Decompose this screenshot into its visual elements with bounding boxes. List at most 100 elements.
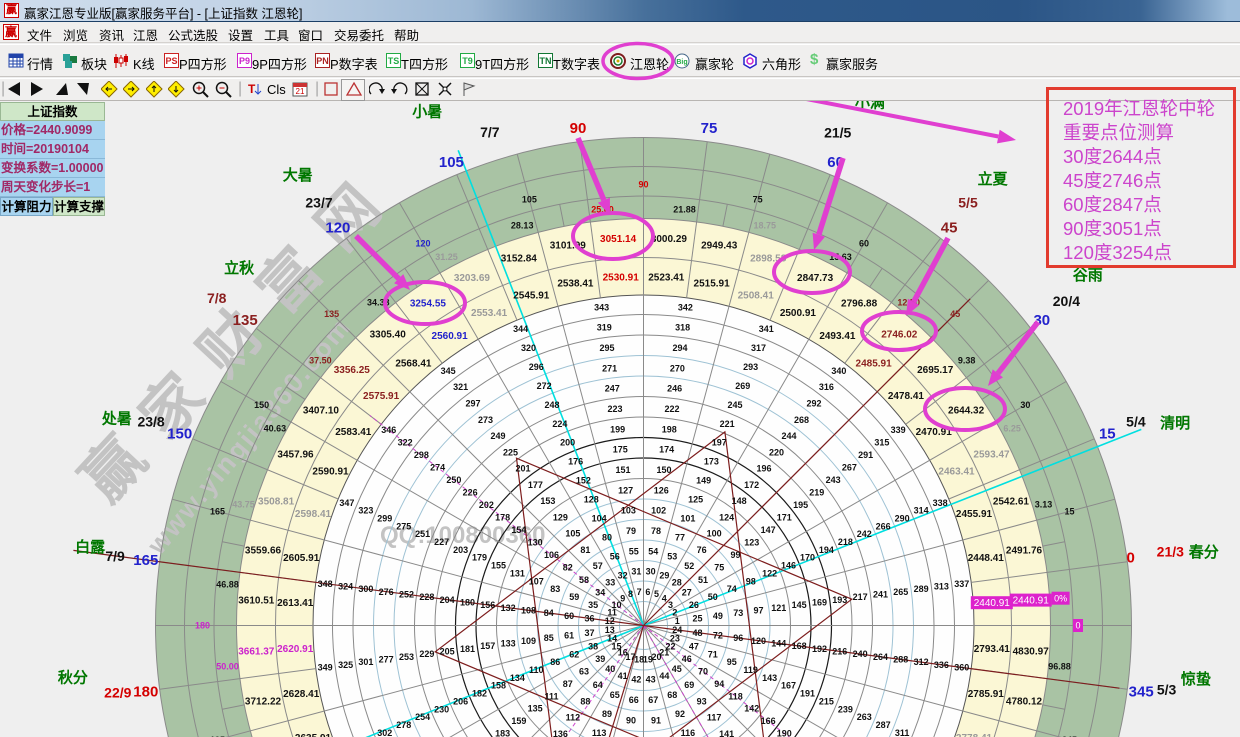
svg-text:52: 52 [684, 561, 694, 571]
svg-text:87: 87 [563, 679, 573, 689]
svg-text:75: 75 [753, 195, 763, 205]
svg-text:242: 242 [857, 529, 872, 539]
svg-text:175: 175 [613, 445, 628, 455]
svg-text:191: 191 [800, 689, 815, 699]
svg-text:263: 263 [857, 712, 872, 722]
svg-text:53: 53 [667, 551, 677, 561]
svg-text:183: 183 [495, 729, 510, 737]
svg-text:92: 92 [675, 709, 685, 719]
svg-text:298: 298 [414, 450, 429, 460]
svg-text:46.88: 46.88 [216, 580, 239, 590]
svg-text:74: 74 [727, 584, 737, 594]
svg-text:26: 26 [689, 600, 699, 610]
svg-text:295: 295 [599, 343, 614, 353]
svg-text:320: 320 [521, 343, 536, 353]
svg-text:203: 203 [453, 545, 468, 555]
svg-text:81: 81 [580, 545, 590, 555]
svg-text:71: 71 [708, 649, 718, 659]
svg-text:190: 190 [777, 729, 792, 737]
svg-text:300: 300 [358, 584, 373, 594]
svg-text:128: 128 [584, 495, 599, 505]
svg-text:88: 88 [580, 696, 590, 706]
svg-text:42: 42 [631, 675, 641, 685]
svg-text:2542.61: 2542.61 [993, 496, 1030, 507]
svg-text:47: 47 [689, 642, 699, 652]
svg-text:3: 3 [668, 600, 673, 610]
svg-text:340: 340 [831, 366, 846, 376]
svg-text:3152.84: 3152.84 [501, 254, 538, 265]
svg-text:290: 290 [895, 514, 910, 524]
svg-text:93: 93 [697, 696, 707, 706]
svg-text:98: 98 [746, 576, 756, 586]
svg-text:58: 58 [579, 575, 589, 585]
svg-text:297: 297 [465, 399, 480, 409]
svg-text:201: 201 [515, 464, 530, 474]
svg-text:112: 112 [566, 713, 581, 723]
svg-text:158: 158 [491, 681, 506, 691]
svg-text:99: 99 [730, 550, 740, 560]
svg-text:51: 51 [698, 575, 708, 585]
svg-text:33: 33 [605, 577, 615, 587]
svg-text:146: 146 [781, 561, 796, 571]
svg-text:2515.91: 2515.91 [694, 279, 731, 290]
svg-text:3712.22: 3712.22 [245, 697, 282, 708]
svg-text:23/7: 23/7 [305, 195, 332, 211]
svg-text:0: 0 [1075, 621, 1080, 631]
svg-text:348: 348 [318, 579, 333, 589]
svg-text:27: 27 [682, 588, 692, 598]
svg-text:154: 154 [511, 525, 526, 535]
svg-text:75: 75 [701, 120, 718, 137]
svg-text:2635.91: 2635.91 [295, 733, 332, 737]
svg-text:处暑: 处暑 [101, 409, 132, 427]
svg-text:170: 170 [800, 553, 815, 563]
svg-text:80: 80 [602, 532, 612, 542]
svg-text:43.75: 43.75 [232, 499, 255, 509]
svg-text:3559.66: 3559.66 [245, 545, 282, 556]
svg-text:245: 245 [727, 400, 742, 410]
svg-text:198: 198 [662, 424, 677, 434]
svg-text:135: 135 [528, 704, 543, 714]
svg-text:54: 54 [648, 546, 658, 556]
svg-text:168: 168 [792, 641, 807, 651]
svg-text:21/3: 21/3 [1157, 543, 1184, 559]
svg-text:96: 96 [733, 633, 743, 643]
svg-text:44: 44 [659, 671, 669, 681]
svg-text:2785.91: 2785.91 [968, 689, 1005, 700]
svg-text:2538.41: 2538.41 [557, 279, 594, 290]
svg-text:196: 196 [756, 464, 771, 474]
svg-text:124: 124 [719, 512, 734, 522]
svg-text:147: 147 [761, 525, 776, 535]
svg-text:197: 197 [712, 438, 727, 448]
svg-text:大暑: 大暑 [283, 166, 313, 184]
svg-text:318: 318 [675, 323, 690, 333]
svg-text:293: 293 [743, 362, 758, 372]
svg-text:101: 101 [680, 514, 695, 524]
svg-text:60: 60 [859, 239, 869, 249]
svg-text:227: 227 [434, 537, 449, 547]
svg-text:2847.73: 2847.73 [797, 273, 834, 284]
svg-text:116: 116 [681, 728, 696, 737]
svg-text:7/8: 7/8 [207, 290, 227, 306]
svg-text:2523.41: 2523.41 [648, 273, 685, 284]
svg-text:4830.97: 4830.97 [1013, 646, 1050, 657]
svg-text:339: 339 [891, 425, 906, 435]
svg-text:336: 336 [934, 660, 949, 670]
svg-text:276: 276 [379, 587, 394, 597]
svg-text:63: 63 [579, 666, 589, 676]
svg-text:90: 90 [638, 180, 648, 190]
svg-text:20/4: 20/4 [1053, 293, 1080, 309]
svg-text:313: 313 [934, 581, 949, 591]
svg-text:173: 173 [704, 457, 719, 467]
svg-text:107: 107 [529, 576, 544, 586]
svg-text:345: 345 [441, 366, 456, 376]
svg-text:123: 123 [744, 538, 759, 548]
svg-text:2793.41: 2793.41 [974, 644, 1011, 655]
svg-text:272: 272 [537, 381, 552, 391]
svg-text:344: 344 [513, 324, 528, 334]
svg-text:119: 119 [743, 665, 758, 675]
svg-text:150: 150 [656, 465, 671, 475]
svg-text:323: 323 [358, 506, 373, 516]
svg-text:174: 174 [659, 445, 674, 455]
svg-text:28.13: 28.13 [511, 221, 534, 231]
svg-text:167: 167 [781, 681, 796, 691]
